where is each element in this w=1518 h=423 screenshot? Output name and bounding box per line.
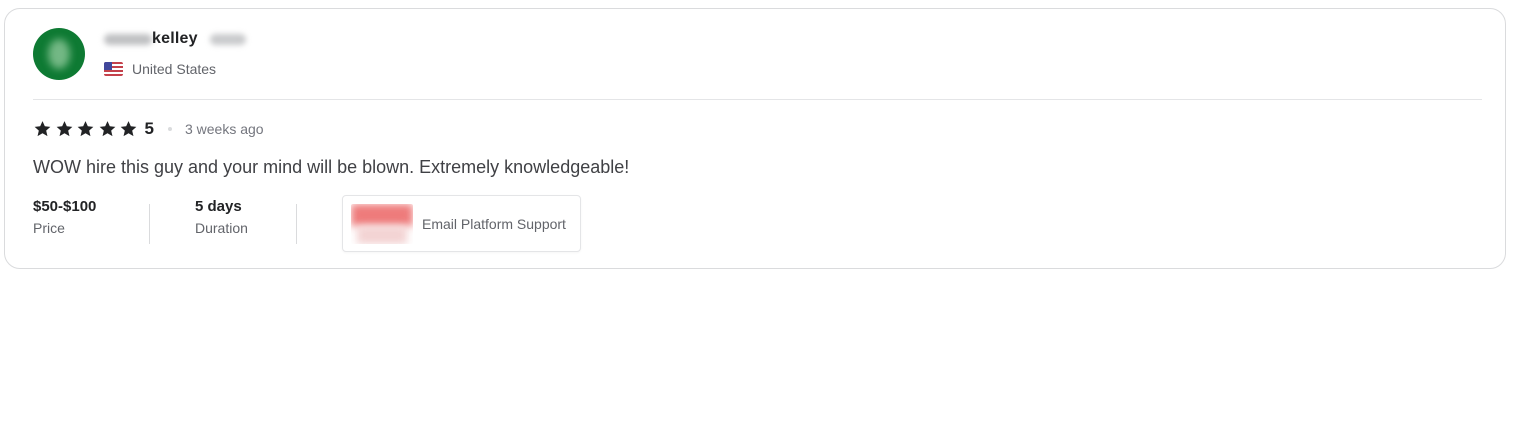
rating-row: 5 3 weeks ago [33, 118, 264, 140]
star-icon [55, 120, 74, 138]
price-info: $50-$100 Price [33, 197, 96, 239]
avatar-image-blurred [48, 39, 70, 69]
reviewer-name-redacted-tail [210, 34, 246, 45]
star-icon [119, 120, 138, 138]
review-text: WOW hire this guy and your mind will be … [33, 157, 630, 177]
price-value: $50-$100 [33, 198, 97, 215]
gig-link[interactable]: Email Platform Support [342, 195, 581, 252]
star-icon [76, 120, 95, 138]
avatar[interactable] [33, 28, 85, 80]
country-label: United States [132, 61, 217, 77]
reviewer-name-text: kelley [152, 30, 198, 47]
separator-dot [167, 127, 172, 131]
gig-thumbnail-blurred-lower [357, 225, 407, 244]
gig-thumbnail [351, 203, 413, 244]
gig-thumbnail-blurred [351, 203, 413, 226]
review-time-ago: 3 weeks ago [184, 121, 264, 137]
star-icon [33, 120, 52, 138]
price-label: Price [33, 220, 65, 236]
gig-title: Email Platform Support [422, 215, 566, 232]
duration-value: 5 days [195, 198, 242, 215]
review-card: kelley United States 5 3 weeks ago WOW h… [4, 8, 1506, 269]
duration-info: 5 days Duration [195, 197, 248, 239]
header-divider [33, 99, 1482, 100]
rating-value: 5 [144, 119, 154, 138]
star-icon [98, 120, 117, 138]
duration-label: Duration [195, 220, 248, 236]
reviewer-name[interactable]: kelley [104, 30, 198, 48]
us-flag-icon [104, 62, 123, 76]
meta-divider [149, 204, 150, 244]
reviewer-country: United States [104, 61, 216, 77]
meta-divider [296, 204, 297, 244]
